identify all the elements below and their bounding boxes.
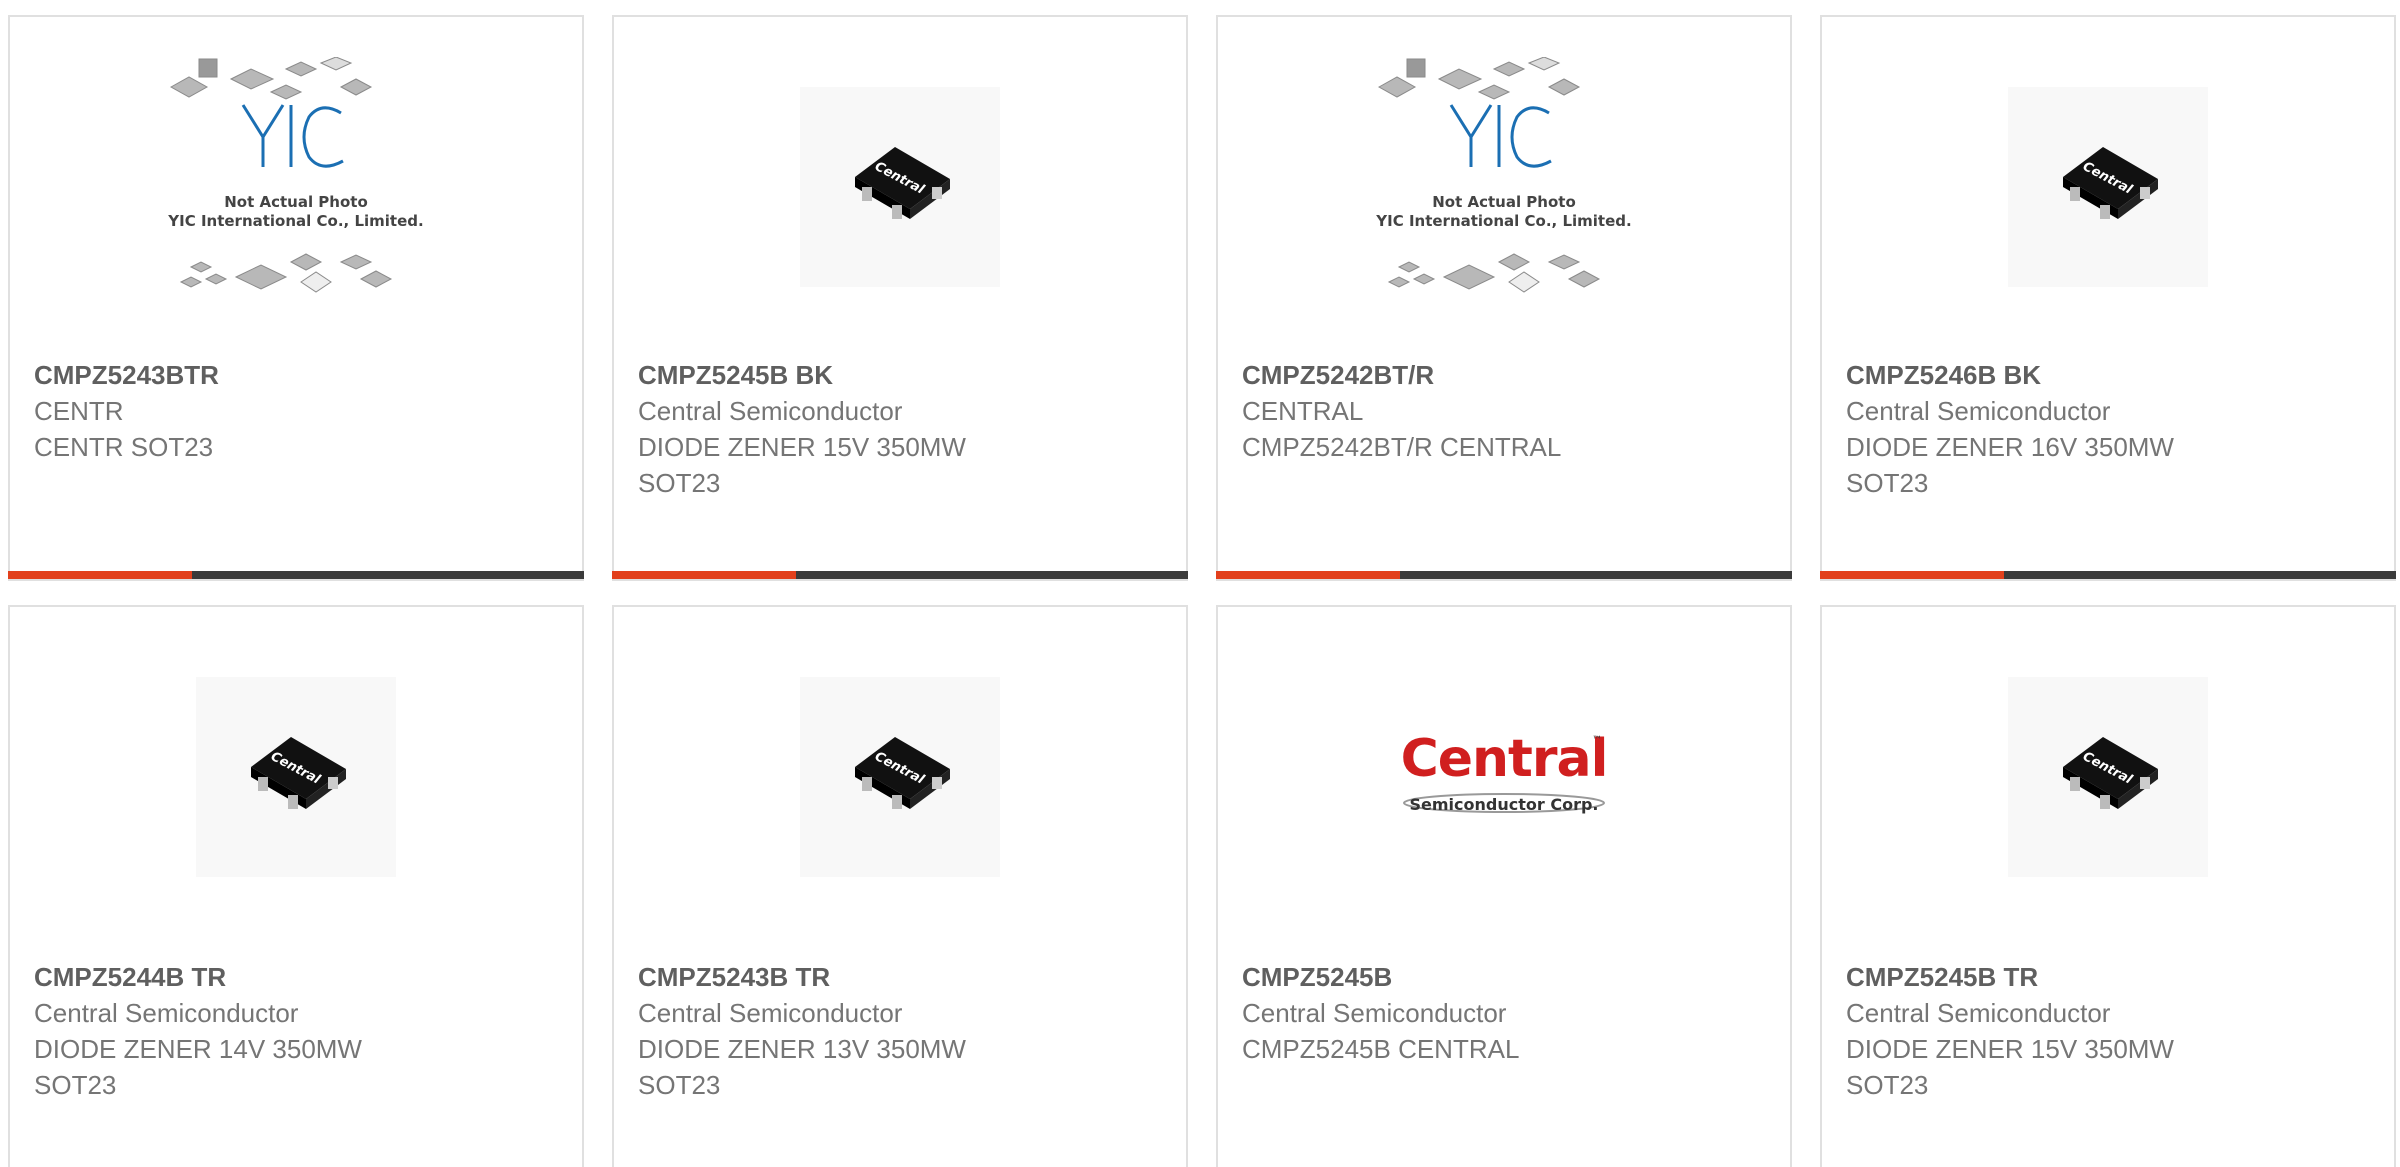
description: CMPZ5242BT/R CENTRAL (1242, 432, 1562, 462)
product-grid: Not Actual Photo YIC International Co., … (8, 15, 2400, 1167)
logo-tm: ™ (1592, 735, 1602, 746)
product-card[interactable]: Not Actual Photo YIC International Co., … (8, 15, 584, 581)
card-bar-accent (1216, 571, 1400, 579)
product-image: Not Actual Photo YIC International Co., … (10, 17, 582, 357)
sot23-photo: Central (2008, 87, 2208, 287)
manufacturer: CENTRAL (1242, 396, 1364, 426)
sot23-photo: Central (196, 677, 396, 877)
part-number[interactable]: CMPZ5245B TR (1846, 959, 2370, 995)
description: DIODE ZENER 15V 350MW SOT23 (1846, 1034, 2174, 1100)
product-card[interactable]: Central CMPZ5245B BK Central Semiconduct… (612, 15, 1188, 581)
card-bar (612, 571, 1188, 579)
manufacturer: Central Semiconductor (1846, 998, 2111, 1028)
card-bar (1216, 571, 1792, 579)
description: CMPZ5245B CENTRAL (1242, 1034, 1520, 1064)
part-number[interactable]: CMPZ5246B BK (1846, 357, 2370, 393)
description: DIODE ZENER 16V 350MW SOT23 (1846, 432, 2174, 498)
product-image: Not Actual Photo YIC International Co., … (1218, 17, 1790, 357)
part-number[interactable]: CMPZ5243BTR (34, 357, 558, 393)
card-bar (1820, 571, 2396, 579)
yic-placeholder-image: Not Actual Photo YIC International Co., … (1359, 57, 1649, 317)
sot23-photo: Central (2008, 677, 2208, 877)
manufacturer: Central Semiconductor (638, 396, 903, 426)
manufacturer: Central Semiconductor (638, 998, 903, 1028)
description: CENTR SOT23 (34, 432, 214, 462)
central-logo-image: Central ™ Semiconductor Corp. (1394, 717, 1614, 837)
product-image: Central (614, 17, 1186, 357)
product-card[interactable]: Central CMPZ5245B TR Central Semiconduct… (1820, 605, 2396, 1167)
manufacturer: CENTR (34, 396, 124, 426)
product-image: Central (10, 607, 582, 947)
product-card[interactable]: Not Actual Photo YIC International Co., … (1216, 15, 1792, 581)
part-number[interactable]: CMPZ5243B TR (638, 959, 1162, 995)
part-number[interactable]: CMPZ5245B BK (638, 357, 1162, 393)
manufacturer: Central Semiconductor (1242, 998, 1507, 1028)
part-number[interactable]: CMPZ5245B (1242, 959, 1766, 995)
placeholder-line1: Not Actual Photo (1432, 193, 1576, 211)
manufacturer: Central Semiconductor (1846, 396, 2111, 426)
description: DIODE ZENER 13V 350MW SOT23 (638, 1034, 966, 1100)
manufacturer: Central Semiconductor (34, 998, 299, 1028)
sot23-photo: Central (800, 677, 1000, 877)
product-image: Central (614, 607, 1186, 947)
product-image: Central (1822, 17, 2394, 357)
card-bar-accent (1820, 571, 2004, 579)
product-image: Central (1822, 607, 2394, 947)
description: DIODE ZENER 14V 350MW SOT23 (34, 1034, 362, 1100)
sot23-photo: Central (800, 87, 1000, 287)
yic-placeholder-image: Not Actual Photo YIC International Co., … (151, 57, 441, 317)
card-bar-accent (612, 571, 796, 579)
logo-tagline: Semiconductor Corp. (1409, 795, 1599, 814)
part-number[interactable]: CMPZ5242BT/R (1242, 357, 1766, 393)
product-card[interactable]: Central CMPZ5244B TR Central Semiconduct… (8, 605, 584, 1167)
placeholder-line2: YIC International Co., Limited. (168, 212, 424, 230)
card-bar-accent (8, 571, 192, 579)
description: DIODE ZENER 15V 350MW SOT23 (638, 432, 966, 498)
product-card[interactable]: Central ™ Semiconductor Corp. CMPZ5245B … (1216, 605, 1792, 1167)
product-card[interactable]: Central CMPZ5246B BK Central Semiconduct… (1820, 15, 2396, 581)
card-bar (8, 571, 584, 579)
placeholder-line1: Not Actual Photo (224, 193, 368, 211)
product-image: Central ™ Semiconductor Corp. (1218, 607, 1790, 947)
logo-word: Central (1400, 729, 1609, 789)
product-card[interactable]: Central CMPZ5243B TR Central Semiconduct… (612, 605, 1188, 1167)
placeholder-line2: YIC International Co., Limited. (1376, 212, 1632, 230)
part-number[interactable]: CMPZ5244B TR (34, 959, 558, 995)
